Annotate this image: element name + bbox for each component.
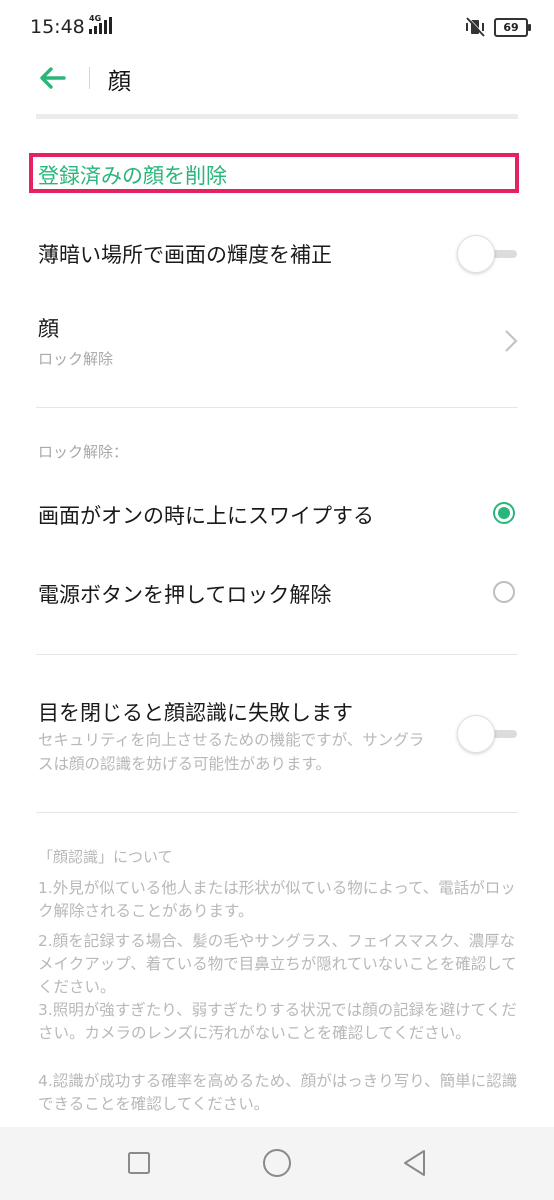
vibrate-off-icon <box>466 17 486 37</box>
signal-icon: 4G <box>89 14 115 36</box>
note-2: 2.顔を記録する場合、髪の毛やサングラス、フェイスマスク、濃厚なメイクアップ、着… <box>38 932 517 996</box>
power-button-option-label[interactable]: 電源ボタンを押してロック解除 <box>38 579 331 609</box>
app-bar: 顔 <box>0 52 554 104</box>
face-sub-label: ロック解除 <box>38 350 114 368</box>
note-3: 3.照明が強すぎたり、弱すぎたりする状況では顔の記録を避けてください。カメラのレ… <box>38 1001 517 1042</box>
chevron-right-icon[interactable] <box>500 328 522 354</box>
page-title: 顔 <box>108 69 131 95</box>
title-divider <box>89 67 90 89</box>
unlock-section-header: ロック解除： <box>38 443 129 461</box>
recent-apps-icon[interactable] <box>123 1147 155 1179</box>
scroll-shadow <box>36 114 518 119</box>
eyes-closed-label: 目を閉じると顔認識に失敗します <box>38 701 353 725</box>
brighten-label: 薄暗い場所で画面の輝度を補正 <box>38 243 332 267</box>
delete-face-button[interactable]: 登録済みの顔を削除 <box>38 160 227 190</box>
network-type: 4G <box>89 14 102 23</box>
battery-level: 69 <box>503 20 519 34</box>
back-icon[interactable] <box>399 1147 431 1179</box>
back-arrow-icon[interactable] <box>36 62 68 94</box>
brighten-toggle[interactable] <box>457 235 519 273</box>
eyes-closed-toggle[interactable] <box>457 715 519 753</box>
about-title: 「顔認識」について <box>38 848 173 866</box>
divider <box>36 407 518 408</box>
status-bar: 15:48 4G 69 <box>0 0 554 52</box>
home-icon[interactable] <box>261 1147 293 1179</box>
divider <box>36 812 518 813</box>
navigation-bar <box>0 1127 554 1200</box>
battery-icon: 69 <box>494 17 531 37</box>
power-button-radio[interactable] <box>493 581 515 603</box>
swipe-up-option-label[interactable]: 画面がオンの時に上にスワイプする <box>38 500 374 530</box>
note-1: 1.外見が似ている他人または形状が似ている物によって、電話がロック解除されること… <box>38 879 516 920</box>
face-label[interactable]: 顔 <box>38 313 59 343</box>
eyes-closed-description: セキュリティを向上させるための機能ですが、サングラスは顔の認識を妨げる可能性があ… <box>38 731 425 773</box>
status-time: 15:48 <box>30 16 85 38</box>
divider <box>36 654 518 655</box>
note-4: 4.認識が成功する確率を高めるため、顔がはっきり写り、簡単に認識できることを確認… <box>38 1072 518 1113</box>
swipe-up-radio[interactable] <box>493 502 515 524</box>
